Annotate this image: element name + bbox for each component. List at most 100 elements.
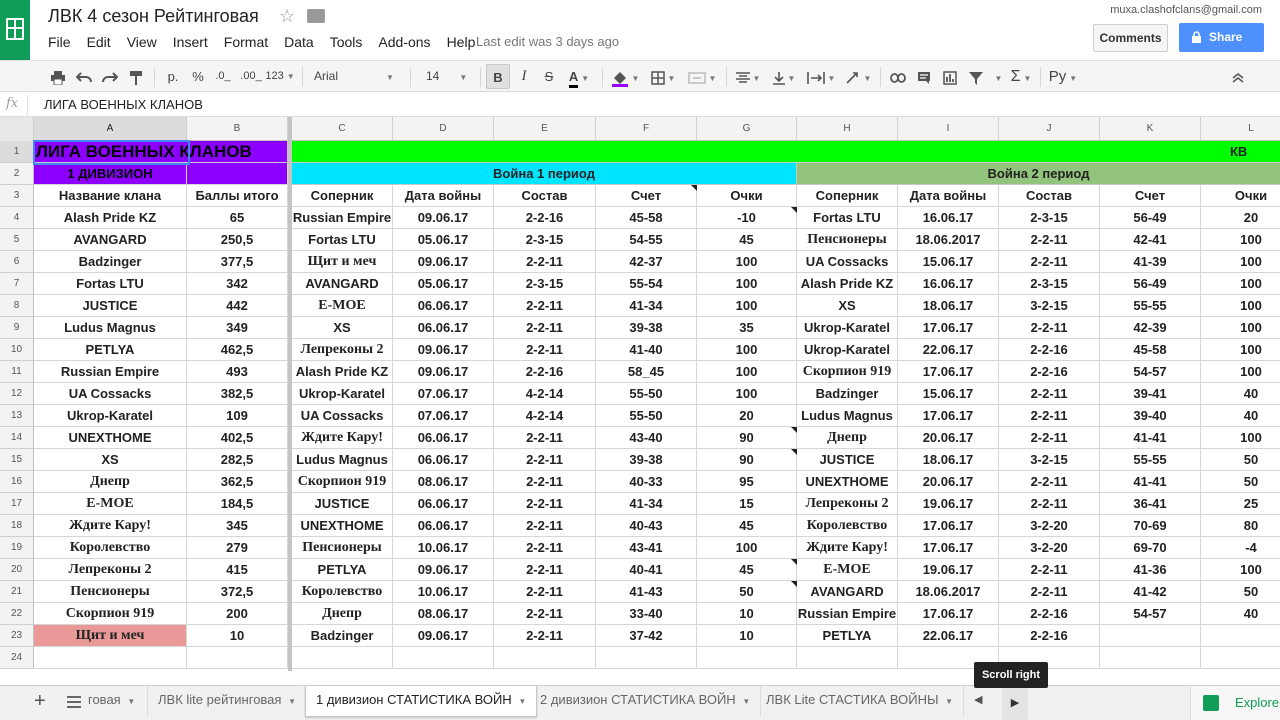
row-header[interactable]: 23 (0, 625, 34, 647)
table-cell[interactable]: 2-2-11 (494, 295, 596, 317)
table-cell[interactable]: 184,5 (187, 493, 288, 515)
header-cell[interactable]: Состав (999, 185, 1100, 207)
table-cell[interactable]: UA Cossacks (34, 383, 187, 405)
table-cell[interactable]: 39-38 (596, 317, 697, 339)
table-cell[interactable]: 05.06.17 (393, 273, 494, 295)
table-cell[interactable]: 2-2-16 (999, 339, 1100, 361)
table-cell[interactable]: XS (292, 317, 393, 339)
comment-marker-icon[interactable] (791, 559, 797, 565)
table-cell[interactable]: Королевство (292, 581, 393, 603)
row-header[interactable]: 20 (0, 559, 34, 581)
table-cell[interactable]: 372,5 (187, 581, 288, 603)
table-cell[interactable]: Alash Pride KZ (797, 273, 898, 295)
table-cell[interactable]: 382,5 (187, 383, 288, 405)
row-header[interactable]: 18 (0, 515, 34, 537)
table-cell[interactable]: 41-39 (1100, 251, 1201, 273)
table-cell[interactable]: AVANGARD (292, 273, 393, 295)
table-cell[interactable]: 06.06.17 (393, 317, 494, 339)
scroll-right-icon[interactable]: ▶ (1002, 686, 1028, 720)
table-cell[interactable]: 2-2-11 (494, 493, 596, 515)
row-header[interactable]: 17 (0, 493, 34, 515)
align-button[interactable]: ▼ (732, 64, 764, 89)
table-cell[interactable]: 100 (697, 273, 797, 295)
table-cell[interactable]: 54-55 (596, 229, 697, 251)
table-cell[interactable]: 415 (187, 559, 288, 581)
column-header[interactable]: G (697, 117, 797, 141)
comment-marker-icon[interactable] (791, 207, 797, 213)
empty-cell[interactable] (797, 647, 898, 669)
table-cell[interactable]: 09.06.17 (393, 625, 494, 647)
menu-format[interactable]: Format (216, 32, 276, 52)
table-cell[interactable]: 377,5 (187, 251, 288, 273)
table-cell[interactable]: 3-2-15 (999, 449, 1100, 471)
table-cell[interactable]: 09.06.17 (393, 207, 494, 229)
table-cell[interactable]: 40-33 (596, 471, 697, 493)
row-header[interactable]: 22 (0, 603, 34, 625)
column-header[interactable]: C (292, 117, 393, 141)
table-cell[interactable]: 41-40 (596, 339, 697, 361)
table-cell[interactable]: 3-2-15 (999, 295, 1100, 317)
table-cell[interactable]: Alash Pride KZ (292, 361, 393, 383)
table-cell[interactable]: 2-2-11 (494, 471, 596, 493)
table-cell[interactable]: Скорпион 919 (292, 471, 393, 493)
table-cell[interactable]: 18.06.2017 (898, 581, 999, 603)
table-cell[interactable]: 2-2-11 (494, 427, 596, 449)
column-header[interactable]: F (596, 117, 697, 141)
scroll-left-icon[interactable]: ◀ (974, 693, 982, 706)
table-cell[interactable]: 462,5 (187, 339, 288, 361)
division-cell[interactable]: 1 ДИВИЗИОН (34, 163, 187, 185)
table-cell[interactable]: 200 (187, 603, 288, 625)
filter-icon[interactable] (964, 64, 988, 89)
row-header[interactable]: 13 (0, 405, 34, 427)
war2-band[interactable]: Война 2 период (797, 163, 1280, 185)
empty-cell[interactable] (34, 647, 187, 669)
table-cell[interactable]: Королевство (797, 515, 898, 537)
header-cell[interactable]: Баллы итого (187, 185, 288, 207)
table-cell[interactable]: Badzinger (292, 625, 393, 647)
table-cell[interactable] (1100, 625, 1201, 647)
table-cell[interactable]: 41-42 (1100, 581, 1201, 603)
table-cell[interactable]: UNEXTHOME (292, 515, 393, 537)
table-cell[interactable]: Fortas LTU (292, 229, 393, 251)
table-cell[interactable]: 18.06.17 (898, 449, 999, 471)
table-cell[interactable]: 41-41 (1100, 427, 1201, 449)
table-cell[interactable]: 41-34 (596, 493, 697, 515)
header-cell[interactable]: Соперник (292, 185, 393, 207)
table-cell[interactable]: E-MOE (34, 493, 187, 515)
table-cell[interactable]: 37-42 (596, 625, 697, 647)
all-sheets-icon[interactable] (67, 696, 81, 708)
last-edit-link[interactable]: Last edit was 3 days ago (476, 34, 619, 49)
column-header[interactable]: A (34, 117, 187, 141)
folder-icon[interactable] (307, 9, 325, 23)
table-cell[interactable]: 2-2-11 (999, 559, 1100, 581)
table-cell[interactable]: 109 (187, 405, 288, 427)
row-header[interactable]: 9 (0, 317, 34, 339)
table-cell[interactable]: 22.06.17 (898, 625, 999, 647)
column-header[interactable]: H (797, 117, 898, 141)
table-cell[interactable]: 2-3-15 (494, 229, 596, 251)
table-cell[interactable]: 54-57 (1100, 603, 1201, 625)
row-header[interactable]: 14 (0, 427, 34, 449)
table-cell[interactable]: E-MOE (797, 559, 898, 581)
table-cell[interactable]: 100 (1201, 361, 1280, 383)
table-cell[interactable]: 19.06.17 (898, 559, 999, 581)
column-header[interactable]: J (999, 117, 1100, 141)
table-cell[interactable]: PETLYA (797, 625, 898, 647)
table-cell[interactable]: 45 (697, 559, 797, 581)
table-cell[interactable]: 55-50 (596, 405, 697, 427)
table-cell[interactable]: 45-58 (1100, 339, 1201, 361)
table-cell[interactable]: 3-2-20 (999, 515, 1100, 537)
table-cell[interactable]: Пенсионеры (292, 537, 393, 559)
format-percent-button[interactable]: % (188, 64, 208, 89)
table-cell[interactable]: 100 (697, 251, 797, 273)
table-cell[interactable]: 100 (697, 537, 797, 559)
table-cell[interactable] (1201, 625, 1280, 647)
table-cell[interactable]: Пенсионеры (34, 581, 187, 603)
table-cell[interactable]: 06.06.17 (393, 449, 494, 471)
table-cell[interactable]: 39-41 (1100, 383, 1201, 405)
empty-cell[interactable] (393, 647, 494, 669)
sheet-title-cell[interactable]: ЛИГА ВОЕННЫХ КЛАНОВ (34, 141, 288, 163)
table-cell[interactable]: 42-39 (1100, 317, 1201, 339)
table-cell[interactable]: 18.06.17 (898, 295, 999, 317)
column-header[interactable]: B (187, 117, 288, 141)
